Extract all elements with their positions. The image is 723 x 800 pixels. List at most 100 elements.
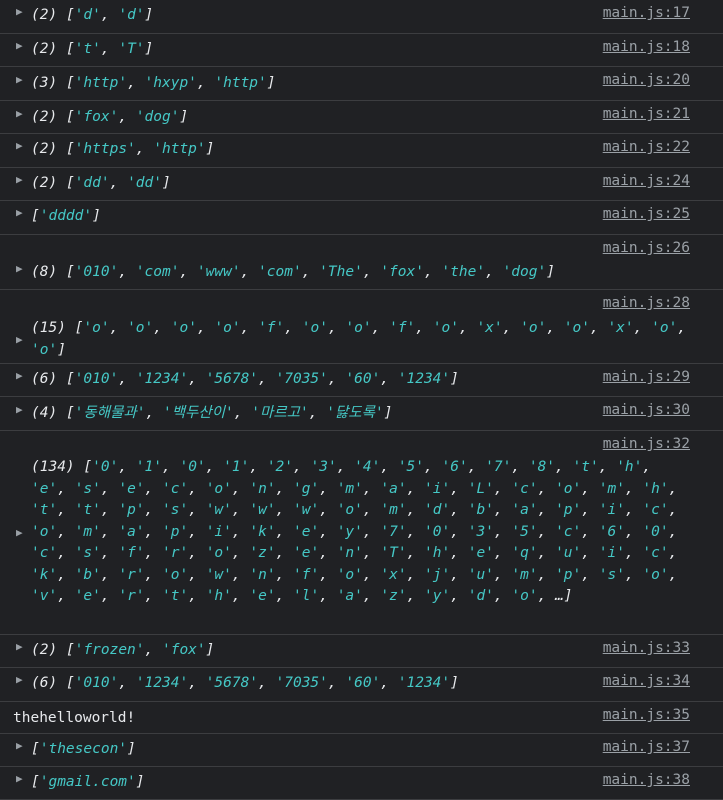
array-string-item: 'c' [511, 480, 538, 497]
array-string-item: '백두산이' [162, 405, 234, 421]
expand-triangle-icon[interactable]: ▶ [0, 73, 31, 86]
array-string-item: 'com' [135, 264, 180, 280]
array-string-item: 'h' [642, 480, 669, 497]
array-string-item: 'f' [293, 566, 320, 583]
array-string-item: 'o' [336, 502, 363, 518]
array-string-item: '6' [598, 523, 625, 540]
expand-triangle-icon[interactable]: ▶ [0, 39, 31, 52]
array-string-item: 'u' [555, 545, 582, 561]
expand-triangle-icon[interactable]: ▶ [0, 107, 31, 120]
array-string-item: 'o' [642, 566, 669, 583]
expand-triangle-icon[interactable]: ▶ [0, 333, 31, 346]
console-message-row[interactable]: main.js:33 ▶ (2) ['frozen', 'fox'] [0, 635, 723, 668]
console-message-row[interactable]: main.js:29 ▶ (6) ['010', '1234', '5678', '… [0, 364, 723, 397]
array-preview[interactable]: (6) ['010', '1234', '5678', '7035', '60'… [31, 673, 723, 695]
array-string-item: 't' [31, 502, 58, 518]
array-string-item: '5' [511, 523, 538, 540]
console-message-row[interactable]: main.js:21 ▶ (2) ['fox', 'dog'] [0, 101, 723, 134]
source-link[interactable]: main.js:26 [603, 240, 690, 256]
array-string-item: 'u' [467, 566, 494, 583]
array-length: (2) [31, 41, 58, 57]
array-preview[interactable]: (8) ['010', 'com', 'www', 'com', 'The', … [31, 262, 723, 284]
array-preview[interactable]: (2) ['https', 'http'] [31, 139, 723, 161]
expand-triangle-icon[interactable]: ▶ [0, 369, 31, 382]
array-string-item: 'z' [380, 588, 407, 604]
array-preview[interactable]: ['thesecon'] [31, 739, 723, 761]
array-string-item: 's' [74, 545, 101, 561]
array-length: (134) [31, 459, 75, 475]
array-string-item: 'o' [563, 320, 590, 336]
truncation-ellipsis: … [555, 588, 564, 604]
console-message-row[interactable]: main.js:26 ▶ (8) ['010', 'com', 'www', 'co… [0, 235, 723, 290]
array-string-item: 'q' [511, 545, 538, 561]
console-message-row[interactable]: main.js:28 ▶ (15) ['o', 'o', 'o', 'o', 'f'… [0, 290, 723, 364]
array-preview[interactable]: (134) ['0', '1', '0', '1', '2', '3', '4'… [31, 457, 723, 608]
expand-triangle-icon[interactable]: ▶ [0, 739, 31, 752]
console-message-row[interactable]: main.js:37 ▶ ['thesecon'] [0, 734, 723, 767]
expand-triangle-icon[interactable]: ▶ [0, 206, 31, 219]
expand-triangle-icon[interactable]: ▶ [0, 5, 31, 18]
expand-triangle-icon[interactable]: ▶ [0, 673, 31, 686]
array-string-item: 'o' [214, 320, 241, 336]
array-length: (15) [31, 320, 66, 336]
array-preview[interactable]: (2) ['fox', 'dog'] [31, 107, 723, 129]
console-message-row[interactable]: main.js:34 ▶ (6) ['010', '1234', '5678', '… [0, 668, 723, 702]
console-message-row[interactable]: main.js:30 ▶ (4) ['동해물과', '백두산이', '마르고', '… [0, 397, 723, 431]
array-string-item: '010' [74, 675, 119, 691]
array-string-item: 'm' [598, 480, 625, 497]
array-preview[interactable]: (4) ['동해물과', '백두산이', '마르고', '닳도록'] [31, 403, 723, 425]
array-string-item: 'T' [380, 545, 407, 561]
array-string-item: 'x' [476, 320, 503, 336]
console-message-row[interactable]: main.js:32 ▶ (134) ['0', '1', '0', '1', '2… [0, 431, 723, 635]
expand-triangle-icon[interactable]: ▶ [0, 262, 31, 275]
expand-triangle-icon[interactable]: ▶ [0, 640, 31, 653]
array-string-item: '0' [179, 459, 206, 475]
array-preview[interactable]: (3) ['http', 'hxyp', 'http'] [31, 73, 723, 95]
array-string-item: 'o' [31, 341, 58, 358]
array-string-item: '5678' [205, 371, 259, 387]
array-preview[interactable]: (2) ['t', 'T'] [31, 39, 723, 61]
console-message-row[interactable]: main.js:25 ▶ ['dddd'] [0, 201, 723, 235]
array-preview[interactable]: (15) ['o', 'o', 'o', 'o', 'f', 'o', 'o',… [31, 318, 723, 361]
array-preview[interactable]: (2) ['d', 'd'] [31, 5, 723, 27]
array-preview[interactable]: (2) ['frozen', 'fox'] [31, 640, 723, 662]
array-preview[interactable]: ['dddd'] [31, 206, 723, 228]
console-message-row[interactable]: main.js:22 ▶ (2) ['https', 'http'] [0, 134, 723, 168]
console-message-row[interactable]: main.js:17 ▶ (2) ['d', 'd'] [0, 0, 723, 34]
array-string-item: 's' [162, 502, 189, 518]
array-string-item: 'The' [319, 264, 363, 280]
array-string-item: 'o' [345, 320, 372, 336]
array-string-item: 'm' [336, 480, 363, 497]
expand-triangle-icon[interactable]: ▶ [0, 173, 31, 186]
array-preview[interactable]: (6) ['010', '1234', '5678', '7035', '60'… [31, 369, 723, 391]
array-string-item: 'l' [293, 588, 320, 604]
console-message-row[interactable]: main.js:20 ▶ (3) ['http', 'hxyp', 'http'] [0, 67, 723, 101]
array-string-item: 'h' [424, 545, 451, 561]
array-string-item: '6' [441, 459, 468, 475]
array-length: (2) [31, 141, 58, 157]
source-link[interactable]: main.js:28 [603, 295, 690, 311]
array-string-item: 'm' [511, 566, 538, 583]
array-string-item: 'p' [118, 502, 145, 518]
console-message-row[interactable]: main.js:35 thehelloworld! [0, 702, 723, 734]
expand-triangle-icon[interactable]: ▶ [0, 403, 31, 416]
array-preview[interactable]: (2) ['dd', 'dd'] [31, 173, 723, 195]
expand-triangle-icon[interactable]: ▶ [0, 772, 31, 785]
source-link[interactable]: main.js:32 [603, 436, 690, 452]
array-string-item: 'b' [467, 502, 494, 518]
array-string-item: 'fox' [380, 264, 424, 280]
array-string-item: 'e' [249, 588, 276, 604]
array-string-item: 't' [74, 41, 101, 57]
expand-triangle-icon[interactable]: ▶ [0, 139, 31, 152]
console-message-row[interactable]: main.js:24 ▶ (2) ['dd', 'dd'] [0, 168, 723, 201]
array-string-item: '3' [467, 523, 494, 540]
console-message-row[interactable]: main.js:38 ▶ ['gmail.com'] [0, 767, 723, 800]
array-preview[interactable]: ['gmail.com'] [31, 772, 723, 794]
array-string-item: 'n' [336, 545, 363, 561]
expand-triangle-icon[interactable]: ▶ [0, 526, 31, 539]
array-string-item: 'dddd' [39, 208, 93, 224]
console-message-row[interactable]: main.js:18 ▶ (2) ['t', 'T'] [0, 34, 723, 67]
array-string-item: 'g' [293, 480, 320, 497]
array-string-item: 's' [598, 566, 625, 583]
array-string-item: 'x' [380, 566, 407, 583]
